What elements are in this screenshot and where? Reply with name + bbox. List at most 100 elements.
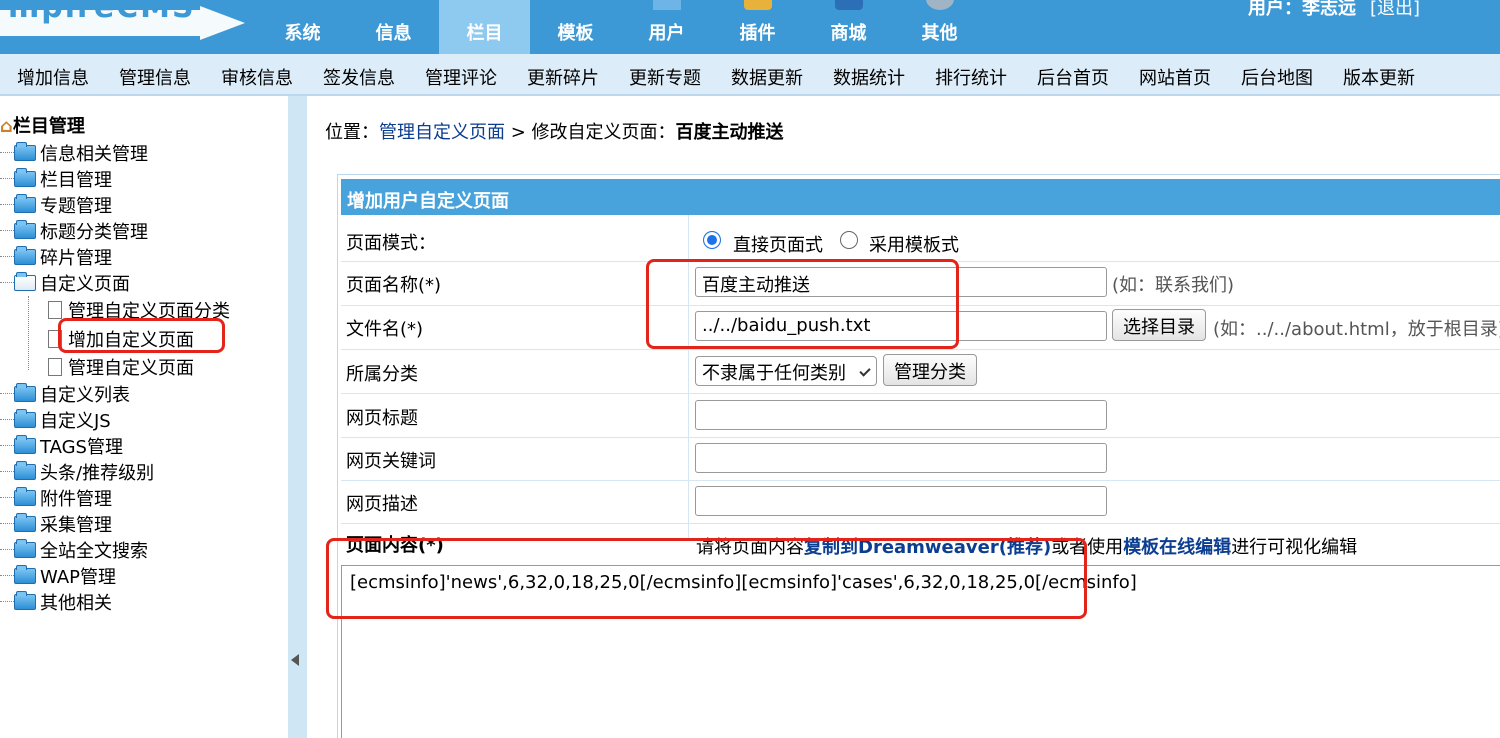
toolbar-data-update[interactable]: 数据更新 [731, 64, 803, 90]
template-icon [562, 0, 590, 10]
nav-column[interactable]: 栏目 [439, 0, 530, 54]
user-area: 用户：李志远 [退出] [1248, 0, 1420, 20]
home-icon: ⌂ [0, 116, 13, 137]
keywords-input[interactable] [695, 443, 1107, 473]
sidebar-item-column[interactable]: 栏目管理 [0, 167, 112, 191]
breadcrumb: 位置：管理自定义页面 > 修改自定义页面：百度主动推送 [325, 122, 784, 143]
folder-icon [14, 461, 36, 480]
folder-icon [14, 194, 36, 213]
name-label: 页面名称(*) [346, 275, 442, 296]
toolbar-data-stats[interactable]: 数据统计 [833, 64, 905, 90]
nav-plugin[interactable]: 插件 [712, 0, 803, 54]
logout-link[interactable]: [退出] [1370, 0, 1420, 19]
user-icon [653, 0, 681, 10]
page-title-input[interactable] [695, 400, 1107, 430]
template-edit-link[interactable]: 模板在线编辑 [1123, 537, 1231, 558]
sidebar-sub-manage-page-category[interactable]: 管理自定义页面分类 [48, 298, 230, 322]
custom-page-form: 增加用户自定义页面 页面模式： 直接页面式 采用模板式 页面名称(*) 百度主动… [337, 174, 1500, 738]
sidebar-item-headline-level[interactable]: 头条/推荐级别 [0, 460, 154, 484]
filename-input[interactable]: ../../baidu_push.txt [695, 311, 1107, 341]
sidebar-item-title-category[interactable]: 标题分类管理 [0, 219, 148, 243]
gear-icon [926, 0, 954, 10]
sidebar-item-collect[interactable]: 采集管理 [0, 512, 112, 536]
folder-icon [14, 168, 36, 187]
mode-radio-direct[interactable] [703, 231, 721, 249]
folder-icon [14, 435, 36, 454]
content-label: 页面内容(*) [346, 535, 444, 556]
sidebar-item-custom-page[interactable]: 自定义页面 [0, 271, 130, 295]
collapse-arrow-icon[interactable] [291, 654, 299, 666]
toolbar-update-fragments[interactable]: 更新碎片 [527, 64, 599, 90]
toolbar-update-topics[interactable]: 更新专题 [629, 64, 701, 90]
nav-system[interactable]: 系统 [257, 0, 348, 54]
sidebar-item-custom-list[interactable]: 自定义列表 [0, 382, 130, 406]
category-select[interactable]: 不隶属于任何类别 [695, 356, 877, 386]
content-hint: 请将页面内容复制到Dreamweaver(推荐)或者使用模板在线编辑进行可视化编… [696, 537, 1358, 558]
system-icon [289, 0, 317, 10]
shop-icon [835, 0, 863, 10]
sidebar-splitter[interactable] [288, 96, 307, 738]
sidebar-item-other[interactable]: 其他相关 [0, 590, 112, 614]
page-content-editor[interactable]: [ecmsinfo]'news',6,32,0,18,25,0[/ecmsinf… [341, 565, 1500, 738]
file-hint: (如：../../about.html，放于根目录) [1213, 319, 1500, 340]
sidebar-sub-add-custom-page[interactable]: 增加自定义页面 [48, 327, 194, 351]
sidebar-item-fragment[interactable]: 碎片管理 [0, 245, 112, 269]
sidebar-item-custom-js[interactable]: 自定义JS [0, 408, 111, 432]
description-input[interactable] [695, 486, 1107, 516]
mode-label: 页面模式： [346, 233, 436, 254]
quick-toolbar: 增加信息 管理信息 审核信息 签发信息 管理评论 更新碎片 更新专题 数据更新 … [0, 54, 1500, 96]
folder-open-icon [14, 272, 36, 291]
file-label: 文件名(*) [346, 319, 424, 340]
toolbar-add-info[interactable]: 增加信息 [17, 64, 89, 90]
info-icon [380, 0, 408, 10]
nav-shop[interactable]: 商城 [803, 0, 894, 54]
toolbar-version-update[interactable]: 版本更新 [1343, 64, 1415, 90]
breadcrumb-link[interactable]: 管理自定义页面 [379, 122, 505, 143]
folder-icon [14, 383, 36, 402]
main-content: 位置：管理自定义页面 > 修改自定义页面：百度主动推送 增加用户自定义页面 页面… [307, 96, 1500, 738]
choose-directory-button[interactable]: 选择目录 [1112, 309, 1206, 341]
page-icon [48, 301, 62, 319]
nav-other[interactable]: 其他 [894, 0, 985, 54]
toolbar-admin-map[interactable]: 后台地图 [1241, 64, 1313, 90]
nav-template[interactable]: 模板 [530, 0, 621, 54]
folder-icon [14, 142, 36, 161]
sidebar-sub-manage-custom-page[interactable]: 管理自定义页面 [48, 355, 194, 379]
top-header: mpireCMS 系统 信息 栏目 模板 用户 插件 商城 其他 用户：李志远 [… [0, 0, 1500, 54]
folder-icon [14, 409, 36, 428]
dreamweaver-link[interactable]: 复制到Dreamweaver(推荐) [804, 537, 1051, 558]
nav-info[interactable]: 信息 [348, 0, 439, 54]
toolbar-admin-home[interactable]: 后台首页 [1037, 64, 1109, 90]
toolbar-site-home[interactable]: 网站首页 [1139, 64, 1211, 90]
sidebar-tree: ⌂栏目管理 信息相关管理 栏目管理 专题管理 标题分类管理 碎片管理 自定义页面… [0, 96, 288, 738]
sidebar-item-attachments[interactable]: 附件管理 [0, 486, 112, 510]
page-title-label: 网页标题 [346, 408, 418, 429]
folder-icon [14, 565, 36, 584]
folder-icon [14, 246, 36, 265]
mode-radio-template[interactable] [840, 231, 858, 249]
sidebar-item-wap[interactable]: WAP管理 [0, 564, 116, 588]
toolbar-manage-comments[interactable]: 管理评论 [425, 64, 497, 90]
page-icon [48, 330, 62, 348]
keywords-label: 网页关键词 [346, 451, 436, 472]
breadcrumb-current: 百度主动推送 [675, 122, 784, 143]
manage-category-button[interactable]: 管理分类 [883, 354, 977, 386]
category-label: 所属分类 [346, 364, 418, 385]
folder-icon [14, 539, 36, 558]
nav-user[interactable]: 用户 [621, 0, 712, 54]
page-name-input[interactable]: 百度主动推送 [695, 267, 1107, 297]
toolbar-review-info[interactable]: 审核信息 [221, 64, 293, 90]
toolbar-sign-info[interactable]: 签发信息 [323, 64, 395, 90]
sidebar-item-fulltext-search[interactable]: 全站全文搜索 [0, 538, 148, 562]
sidebar-item-tags[interactable]: TAGS管理 [0, 434, 123, 458]
toolbar-rank-stats[interactable]: 排行统计 [935, 64, 1007, 90]
mode-option-template: 采用模板式 [869, 235, 959, 256]
description-label: 网页描述 [346, 494, 418, 515]
toolbar-manage-info[interactable]: 管理信息 [119, 64, 191, 90]
folder-icon [14, 513, 36, 532]
tree-root[interactable]: ⌂栏目管理 [0, 112, 85, 138]
sidebar-item-info-related[interactable]: 信息相关管理 [0, 141, 148, 165]
sidebar-item-topic[interactable]: 专题管理 [0, 193, 112, 217]
folder-icon [14, 220, 36, 239]
chevron-down-icon [859, 365, 871, 377]
